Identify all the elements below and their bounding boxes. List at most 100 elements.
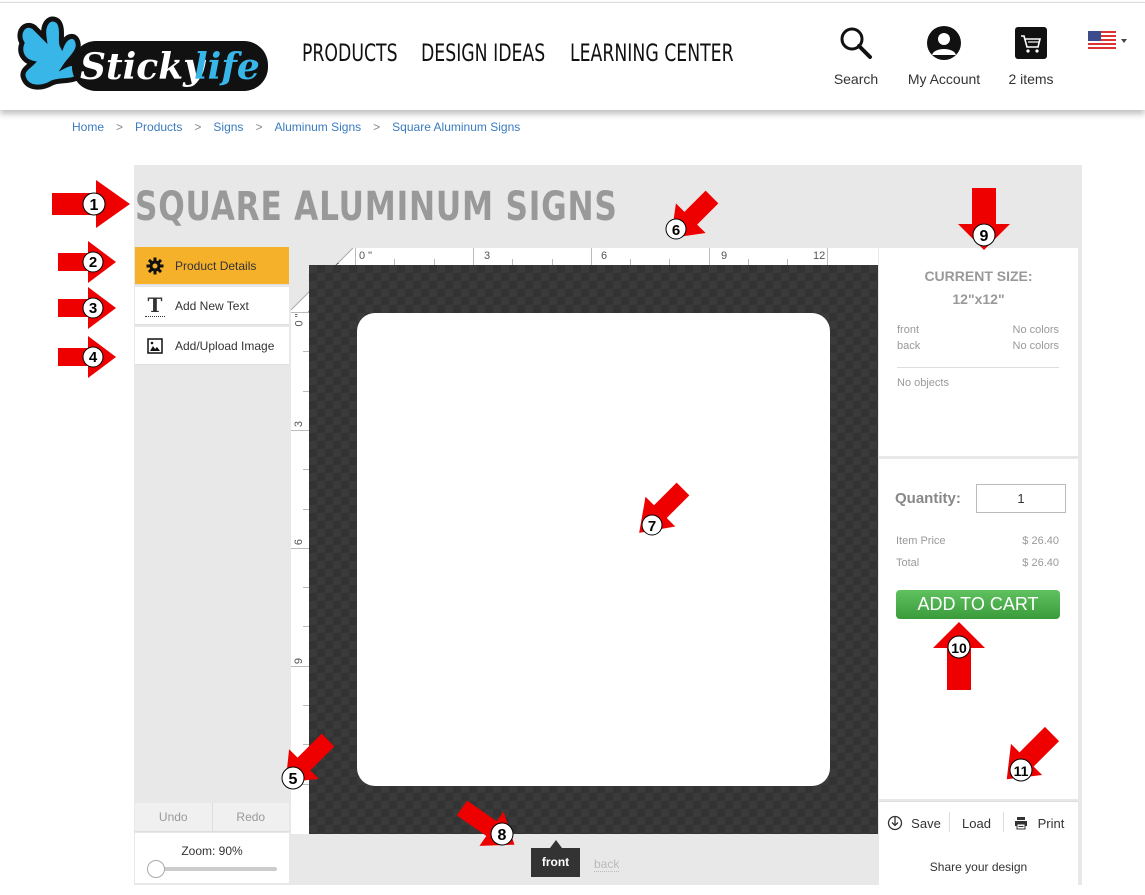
search-icon (840, 27, 872, 59)
quantity-input[interactable] (976, 484, 1066, 513)
cart-panel: Quantity: Item Price $ 26.40 Total $ 26.… (879, 459, 1078, 799)
text-icon: T (145, 293, 165, 317)
ruler-tick (708, 248, 710, 265)
print-button[interactable]: Print (1004, 812, 1074, 834)
ruler-tick (291, 547, 309, 549)
search-label: Search (833, 71, 879, 87)
breadcrumb: Home > Products > Signs > Aluminum Signs… (72, 120, 520, 134)
breadcrumb-signs[interactable]: Signs (213, 120, 243, 134)
sign-design-area[interactable] (357, 313, 830, 786)
side-colors-row: back No colors (897, 340, 1059, 352)
side-name: front (897, 324, 920, 336)
zoom-control: Zoom: 90% (135, 833, 289, 883)
breadcrumb-aluminum-signs[interactable]: Aluminum Signs (274, 120, 361, 134)
breadcrumb-square-aluminum-signs[interactable]: Square Aluminum Signs (392, 120, 520, 134)
breadcrumb-separator: > (255, 120, 263, 134)
share-design-link[interactable]: Share your design (879, 860, 1078, 874)
add-to-cart-button[interactable]: ADD TO CART (896, 590, 1060, 619)
ruler-tick (826, 248, 828, 265)
my-account-button[interactable]: My Account (905, 25, 983, 87)
ruler-tick (291, 783, 309, 785)
site-header: Sticky life PRODUCTS DESIGN IDEAS LEARNI… (0, 2, 1145, 110)
load-button[interactable]: Load (950, 812, 1003, 834)
ruler-top: 0 " 3 6 9 12 (355, 248, 878, 265)
zoom-label: Zoom: 90% (181, 844, 243, 858)
cart-button[interactable]: 2 items (1006, 25, 1056, 87)
ruler-left-label: 9 (293, 657, 306, 665)
side-tab-back[interactable]: back (594, 857, 620, 872)
page-title: SQUARE ALUMINUM SIGNS (135, 184, 618, 230)
item-price-label: Item Price (896, 535, 946, 547)
total-row: Total $ 26.40 (896, 557, 1059, 569)
locale-caret-icon[interactable] (1121, 39, 1127, 43)
annotation-number: 2 (89, 254, 97, 271)
ruler-top-label: 0 " (359, 250, 373, 262)
annotation-arrow-1: 1 (52, 180, 130, 228)
load-label: Load (962, 815, 991, 831)
undo-button[interactable]: Undo (135, 803, 213, 831)
sidebar-item-label: Add/Upload Image (175, 338, 275, 353)
image-icon (145, 336, 165, 356)
account-label: My Account (907, 71, 981, 87)
ruler-tick (291, 312, 309, 313)
breadcrumb-separator: > (373, 120, 381, 134)
ruler-tick (590, 248, 592, 265)
annotation-arrow-4: 4 (58, 336, 116, 378)
nav-learning-center[interactable]: LEARNING CENTER (570, 39, 734, 67)
side-colors: No colors (1012, 324, 1059, 336)
sidebar-item-label: Product Details (175, 258, 257, 273)
cart-count: 2 items (1008, 71, 1054, 87)
nav-design-ideas[interactable]: DESIGN IDEAS (421, 39, 545, 67)
sidebar-item-add-new-text[interactable]: T Add New Text (135, 287, 289, 325)
annotation-number: 1 (90, 197, 99, 214)
sidebar-item-add-upload-image[interactable]: Add/Upload Image (135, 327, 289, 365)
ruler-left-label: 6 (293, 538, 306, 546)
current-size-value: 12"x12" (952, 291, 1005, 307)
print-label: Print (1037, 815, 1065, 831)
ruler-top-label: 9 (721, 250, 728, 262)
logo-text-life: life (194, 46, 260, 88)
side-colors-row: front No colors (897, 324, 1059, 336)
nav-products[interactable]: PRODUCTS (302, 39, 398, 67)
search-button[interactable]: Search (830, 25, 882, 87)
design-actions: Save Load Print Share your design (879, 801, 1078, 885)
zoom-slider-thumb[interactable] (147, 860, 165, 878)
annotation-number: 4 (89, 349, 98, 366)
side-colors: No colors (1012, 340, 1059, 352)
redo-button[interactable]: Redo (213, 803, 290, 831)
annotation-arrow-3: 3 (58, 287, 116, 329)
print-icon (1014, 817, 1027, 830)
breadcrumb-products[interactable]: Products (135, 120, 182, 134)
stickylife-logo[interactable]: Sticky life (14, 13, 270, 103)
item-price-value: $ 26.40 (1022, 535, 1059, 547)
us-flag-icon[interactable] (1088, 31, 1116, 51)
breadcrumb-separator: > (194, 120, 202, 134)
total-value: $ 26.40 (1022, 557, 1059, 569)
objects-text: No objects (897, 377, 949, 389)
ruler-left-label: 3 (293, 420, 306, 428)
account-icon (927, 26, 961, 60)
current-size-title: CURRENT SIZE: (924, 268, 1033, 284)
ruler-top-label: 12 (813, 250, 826, 262)
sidebar-item-label: Add New Text (175, 298, 249, 313)
sidebar-item-product-details[interactable]: Product Details (135, 247, 289, 285)
side-name: back (897, 340, 921, 352)
side-tab-front[interactable]: front (531, 840, 580, 877)
ruler-left: 0 " 3 6 9 (291, 312, 309, 834)
total-label: Total (896, 557, 920, 569)
logo-text-sticky: Sticky (80, 46, 206, 88)
cart-icon (1015, 27, 1047, 59)
info-divider (897, 367, 1059, 368)
annotation-number: 3 (89, 300, 97, 317)
objects-status: No objects (897, 377, 1059, 389)
ruler-tick (291, 429, 309, 431)
ruler-tick (291, 665, 309, 667)
ruler-top-label: 6 (601, 250, 608, 262)
ruler-top-label: 3 (484, 250, 491, 262)
ruler-tick (355, 248, 356, 265)
ruler-left-label: 0 " (293, 313, 306, 327)
breadcrumb-home[interactable]: Home (72, 120, 104, 134)
quantity-label: Quantity: (895, 490, 961, 507)
zoom-slider-track[interactable] (155, 867, 277, 871)
save-button[interactable]: Save (879, 812, 949, 834)
